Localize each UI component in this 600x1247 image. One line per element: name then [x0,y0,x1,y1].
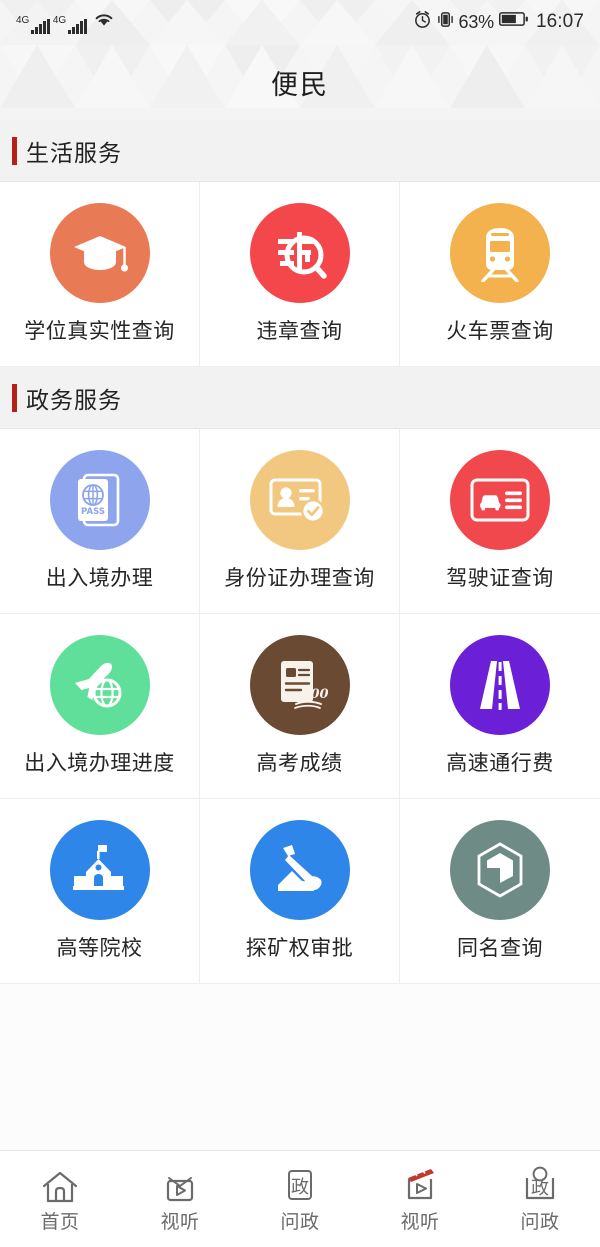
service-label: 探矿权审批 [245,936,354,960]
service-label: 高等院校 [56,936,143,960]
signal-strength-icon-1: 4G [16,16,50,34]
service-item-exam-score[interactable]: 100 高考成绩 [200,614,400,799]
status-bar-right: 63% 16:07 [413,10,584,35]
page-title-bar: 便民 [0,44,600,120]
nav-item-home[interactable]: 首页 [0,1151,120,1247]
shovel-mining-icon [249,820,350,920]
driver-license-icon [450,450,550,550]
person-zheng-icon: 政 [519,1165,561,1205]
service-item-universities[interactable]: 高等院校 [0,799,200,984]
signal-2-bars [68,19,87,34]
section-accent-bar [12,136,17,165]
highway-icon [450,635,550,735]
nav-label: 问政 [280,1210,320,1233]
nav-item-government-inquiry-alt[interactable]: 政 问政 [480,1151,600,1247]
train-icon [450,203,550,303]
battery-icon [498,11,529,33]
service-item-degree-verification[interactable]: 学位真实性查询 [0,182,200,367]
nav-item-video-audio[interactable]: 视听 [120,1151,240,1247]
service-item-driver-license[interactable]: 驾驶证查询 [400,429,600,614]
exam-score-icon: 100 [249,635,350,735]
section-header-government-services: 政务服务 [0,367,600,429]
nav-label: 问政 [520,1210,560,1233]
service-label: 火车票查询 [446,319,554,343]
airplane-globe-icon [49,635,150,735]
status-bar-left: 4G 4G [16,10,115,34]
service-item-traffic-violation[interactable]: 违章查询 [200,182,400,367]
service-label: 出入境办理进度 [24,751,175,775]
tv-play-icon [160,1165,200,1205]
signal-1-bars [31,19,50,34]
zheng-box-icon: 政 [280,1165,320,1205]
signal-2-network-label: 4G [52,15,67,26]
signal-strength-icon-2: 4G [53,16,87,34]
service-item-same-name-search[interactable]: 同名查询 [400,799,600,984]
empty-space [0,984,600,1150]
nav-item-video-audio-alt[interactable]: 视听 [360,1151,480,1247]
service-item-id-card[interactable]: 身份证办理查询 [200,429,400,614]
section-header-life-services: 生活服务 [0,120,600,182]
alarm-clock-icon [413,10,432,35]
battery-percent-label: 63% [458,11,495,32]
nav-item-government-inquiry[interactable]: 政 问政 [240,1151,360,1247]
service-item-train-ticket[interactable]: 火车票查询 [400,182,600,367]
home-icon [40,1165,80,1205]
app-header: 4G 4G 63% 16:07 便民 [0,0,600,120]
service-item-exit-entry[interactable]: PASS 出入境办理 [0,429,200,614]
school-building-icon [49,820,150,920]
nav-label: 视听 [400,1210,440,1233]
service-grid-life-services: 学位真实性查询 违章查询 火车票查询 [0,182,600,367]
hexagon-shield-icon [450,820,550,920]
section-accent-bar [12,383,17,412]
app-screen: 4G 4G 63% 16:07 便民 生活服务 学位真实性查询 违章查询 火车票… [0,0,600,1247]
graduation-cap-icon [49,203,150,303]
service-label: 高考成绩 [256,751,343,775]
page-title: 便民 [271,69,329,101]
passport-icon: PASS [49,450,150,550]
video-clapper-icon [398,1165,442,1205]
passport-pass-label: PASS [81,507,105,517]
service-item-exit-entry-progress[interactable]: 出入境办理进度 [0,614,200,799]
section-title-government-services: 政务服务 [26,387,122,414]
exam-score-value: 100 [301,687,328,702]
id-card-icon [249,450,350,550]
signal-1-network-label: 4G [16,15,30,26]
status-bar-clock: 16:07 [535,11,584,32]
section-title-life-services: 生活服务 [26,140,122,167]
service-label: 驾驶证查询 [446,566,554,590]
service-label: 违章查询 [256,319,343,343]
service-item-mining-approval[interactable]: 探矿权审批 [200,799,400,984]
violation-search-icon [249,203,350,303]
service-label: 身份证办理查询 [224,566,375,590]
service-item-highway-toll[interactable]: 高速通行费 [400,614,600,799]
nav-label: 视听 [160,1210,200,1233]
service-label: 学位真实性查询 [24,319,175,343]
wifi-icon [93,10,115,33]
bottom-navigation-bar: 首页 视听 政 问政 视听 政 问政 [0,1150,600,1247]
service-label: 出入境办理 [45,566,154,590]
status-bar: 4G 4G 63% 16:07 [0,0,600,44]
nav-label: 首页 [40,1210,80,1233]
service-label: 高速通行费 [446,751,554,775]
service-grid-government-services: PASS 出入境办理 身份证办理查询 驾驶证查询 出入境办理进度 100 高考成… [0,429,600,984]
svg-text:政: 政 [531,1178,549,1199]
svg-text:政: 政 [291,1177,309,1198]
vibrate-icon [437,10,454,35]
service-label: 同名查询 [457,936,543,960]
